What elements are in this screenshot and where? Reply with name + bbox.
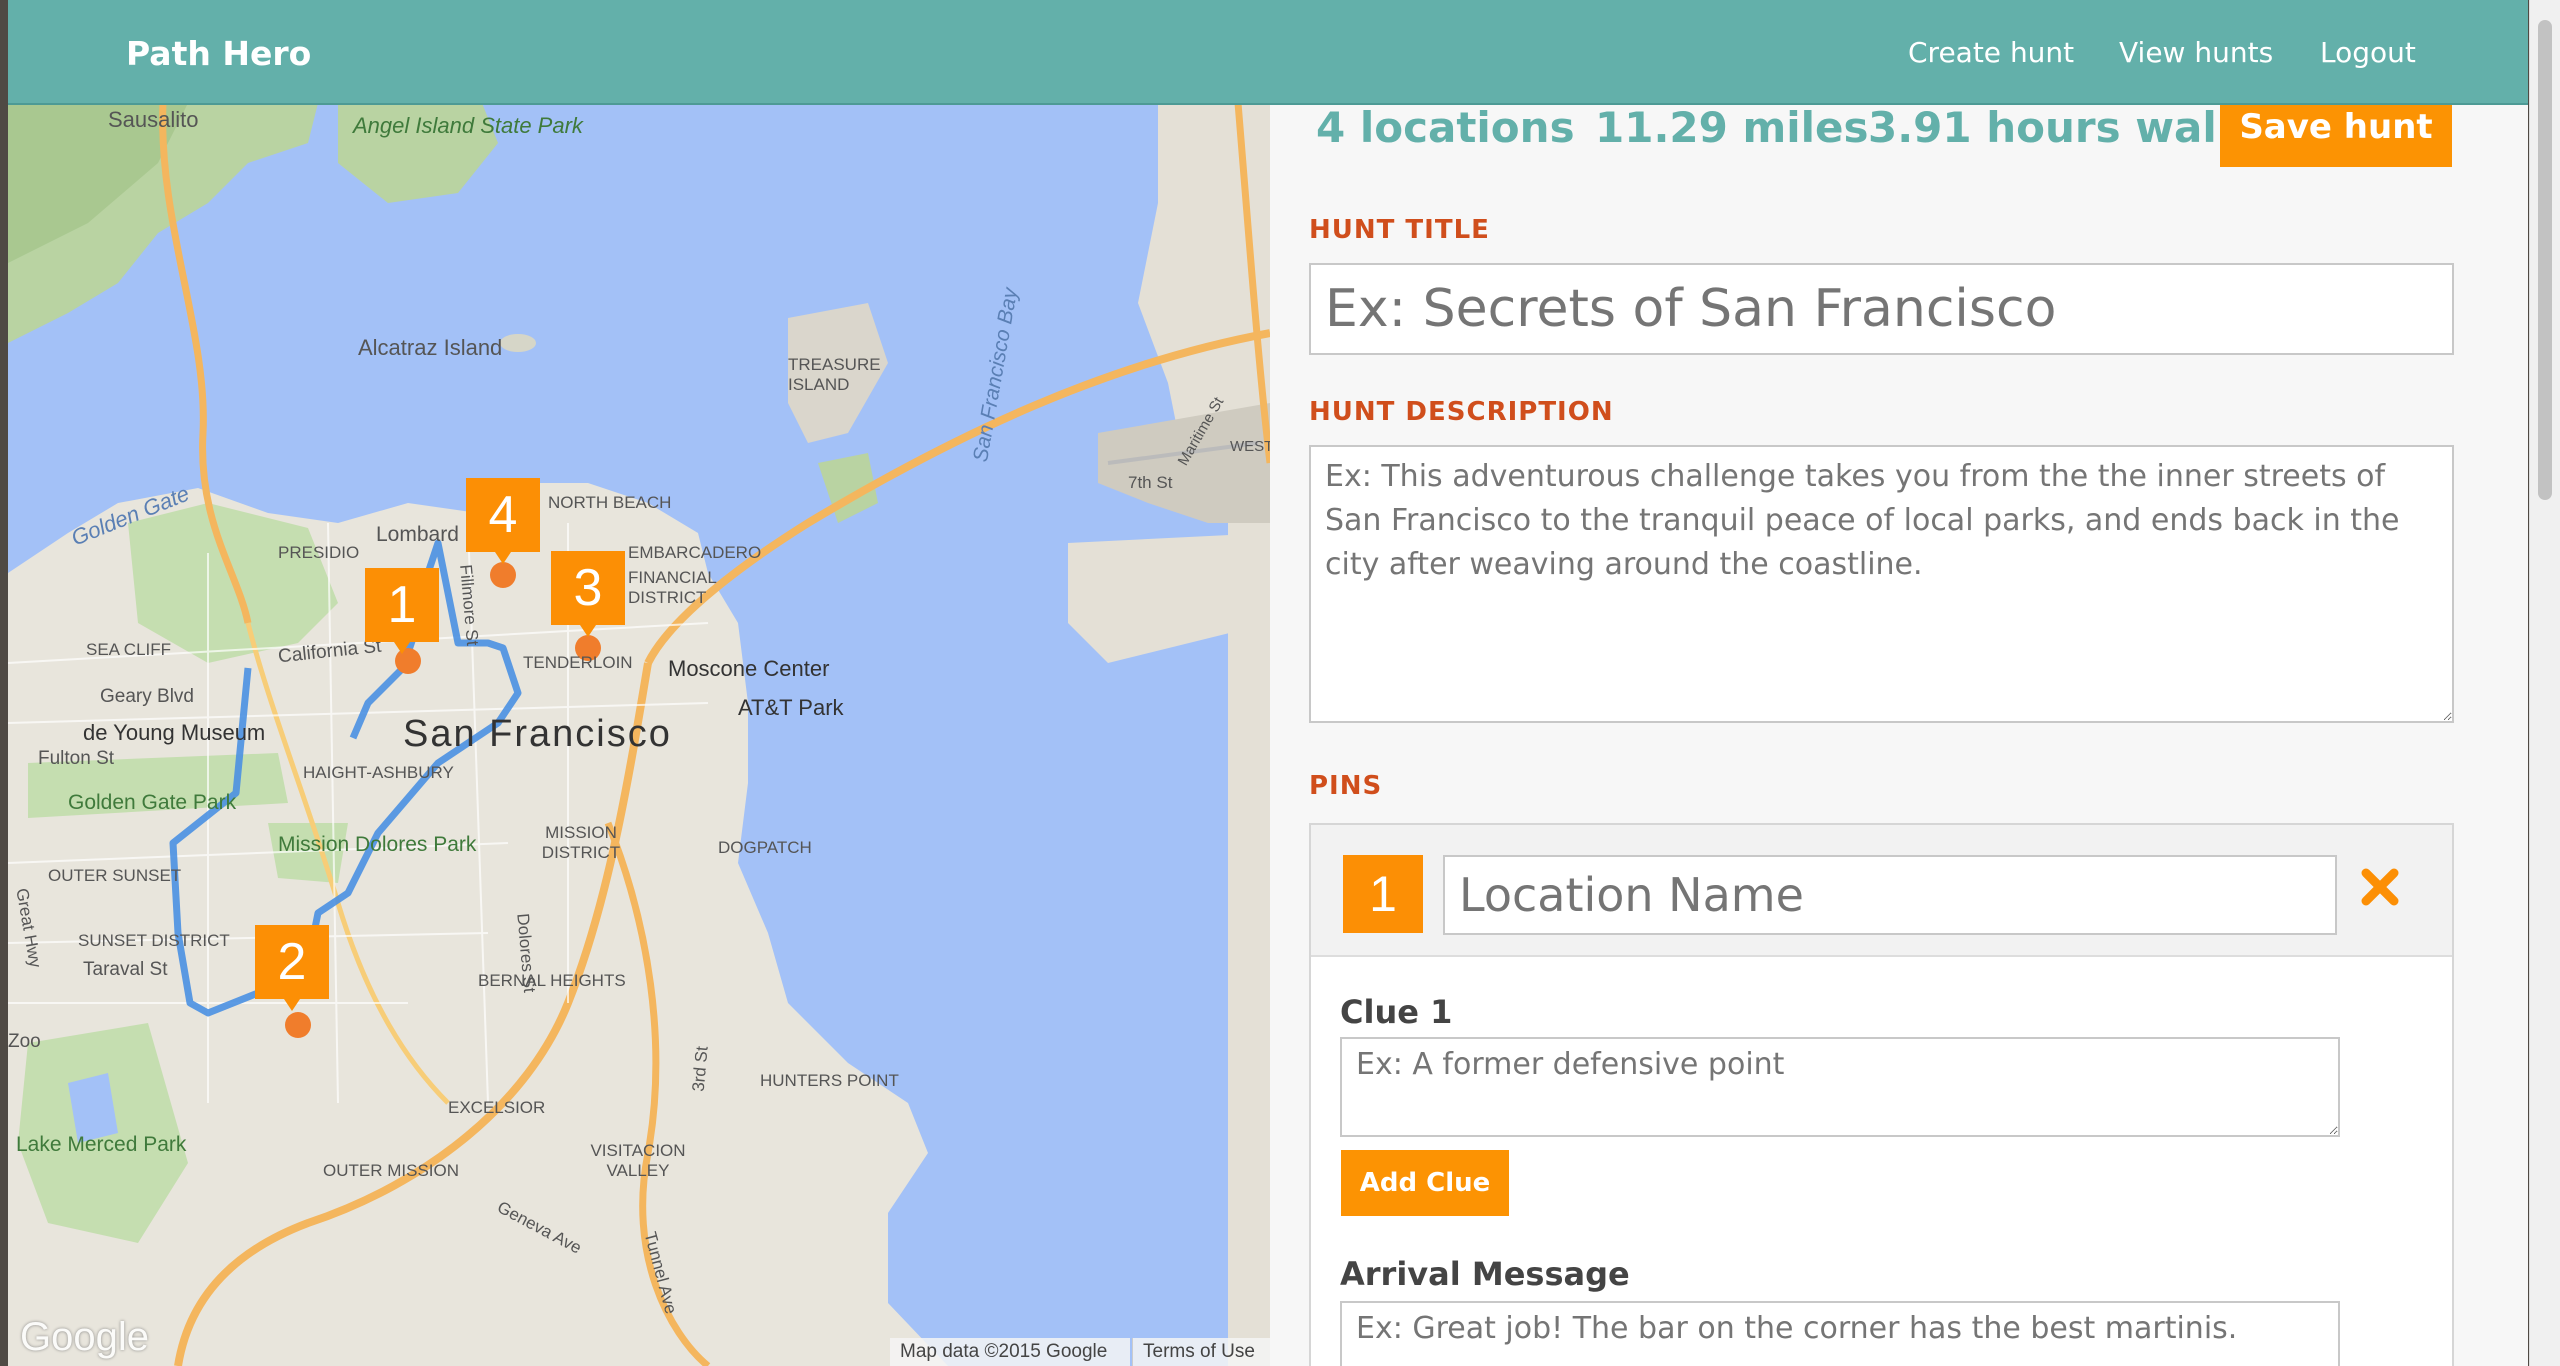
map-label-angel-island: Angel Island State Park <box>353 113 583 138</box>
map-label-financial: FINANCIAL DISTRICT <box>628 568 717 607</box>
map-label-de-young: de Young Museum <box>83 720 266 745</box>
pins-label: PINS <box>1309 771 1383 801</box>
clue-label: Clue 1 <box>1340 993 1453 1031</box>
map-label-geary-blvd: Geary Blvd <box>100 686 194 707</box>
map-label-visitacion: VISITACION VALLEY <box>590 1141 686 1180</box>
pin-card: 1 Clue 1 Add Clue Arrival Message <box>1309 823 2454 1366</box>
map-label-moscone: Moscone Center <box>668 656 830 681</box>
map-marker-3[interactable]: 3 <box>551 551 625 637</box>
map-label-outer-mission: OUTER MISSION <box>323 1161 460 1180</box>
google-logo: Google <box>20 1315 149 1359</box>
map-label-haight: HAIGHT-ASHBURY <box>303 763 454 782</box>
map-label-fulton-st: Fulton St <box>38 748 115 769</box>
stat-hours: 3.91 hours walk <box>1868 103 2245 152</box>
map-marker-4[interactable]: 4 <box>466 478 540 564</box>
remove-pin-icon[interactable] <box>2358 865 2402 909</box>
map-data-credit: Map data ©2015 Google <box>890 1338 1130 1366</box>
map-label-west: WEST <box>1230 438 1270 455</box>
map-view[interactable]: Sausalito Angel Island State Park Alcatr… <box>8 103 1270 1366</box>
location-name-input[interactable] <box>1443 855 2337 935</box>
map-label-mission-district: MISSION DISTRICT <box>541 823 621 862</box>
map-marker-2[interactable]: 2 <box>255 925 329 1011</box>
nav-create-hunt[interactable]: Create hunt <box>1908 36 2074 69</box>
nav-view-hunts[interactable]: View hunts <box>2119 36 2273 69</box>
map-label-outer-sunset: OUTER SUNSET <box>48 866 182 885</box>
scrollbar-thumb[interactable] <box>2538 20 2552 500</box>
map-label-excelsior: EXCELSIOR <box>448 1098 546 1117</box>
map-label-att-park: AT&T Park <box>738 695 844 720</box>
map-label-mission-dolores: Mission Dolores Park <box>278 833 477 856</box>
map-label-tenderloin: TENDERLOIN <box>523 653 633 672</box>
map-label-treasure-island: TREASURE ISLAND <box>788 355 881 394</box>
map-label-san-francisco: San Francisco <box>403 713 672 755</box>
hunt-title-label: HUNT TITLE <box>1309 215 1490 245</box>
hunt-title-input[interactable] <box>1309 263 2454 355</box>
map-label-dogpatch: DOGPATCH <box>718 838 812 857</box>
arrival-message-label: Arrival Message <box>1340 1255 1630 1293</box>
map-label-sunset-district: SUNSET DISTRICT <box>78 931 230 950</box>
save-hunt-button[interactable]: Save hunt <box>2220 95 2452 167</box>
hunt-description-label: HUNT DESCRIPTION <box>1309 397 1614 427</box>
map-marker-1[interactable]: 1 <box>365 568 439 654</box>
app-window: Path Hero Create hunt View hunts Logout <box>8 0 2528 1366</box>
map-label-hunters-point: HUNTERS POINT <box>760 1071 899 1090</box>
navbar: Path Hero Create hunt View hunts Logout <box>8 0 2528 105</box>
map-label-sea-cliff: SEA CLIFF <box>86 640 172 659</box>
clue-input[interactable] <box>1340 1037 2340 1137</box>
pin-number: 1 <box>1343 855 1423 933</box>
arrival-message-input[interactable] <box>1340 1301 2340 1366</box>
pin-card-header: 1 <box>1311 825 2452 957</box>
map-label-third-st: 3rd St <box>688 1045 712 1093</box>
map-label-embarcadero: EMBARCADERO <box>628 543 762 562</box>
map-label-bernal: BERNAL HEIGHTS <box>478 971 626 990</box>
hunt-description-input[interactable] <box>1309 445 2454 723</box>
nav-logout[interactable]: Logout <box>2320 36 2416 69</box>
map-label-taraval: Taraval St <box>83 959 168 980</box>
map-label-north-beach: NORTH BEACH <box>548 493 672 512</box>
map-label-sausalito: Sausalito <box>108 107 199 132</box>
map-label-alcatraz: Alcatraz Island <box>358 335 503 360</box>
map-label-lake-merced: Lake Merced Park <box>16 1133 187 1156</box>
add-clue-button[interactable]: Add Clue <box>1341 1150 1509 1216</box>
map-terms-link[interactable]: Terms of Use <box>1132 1338 1270 1366</box>
map-label-presidio: PRESIDIO <box>278 543 360 562</box>
page-scrollbar[interactable] <box>2529 0 2560 1366</box>
stat-miles: 11.29 miles <box>1595 103 1869 152</box>
map-label-seventh-st: 7th St <box>1128 473 1173 492</box>
brand-logo[interactable]: Path Hero <box>126 34 311 73</box>
map-label-zoo: Zoo <box>8 1031 41 1052</box>
map-label-lombard: Lombard <box>376 523 459 546</box>
stat-locations: 4 locations <box>1316 103 1575 152</box>
hunt-form-panel: 4 locations 11.29 miles 3.91 hours walk … <box>1270 95 2528 1366</box>
map-label-golden-gate-park: Golden Gate Park <box>68 791 237 814</box>
